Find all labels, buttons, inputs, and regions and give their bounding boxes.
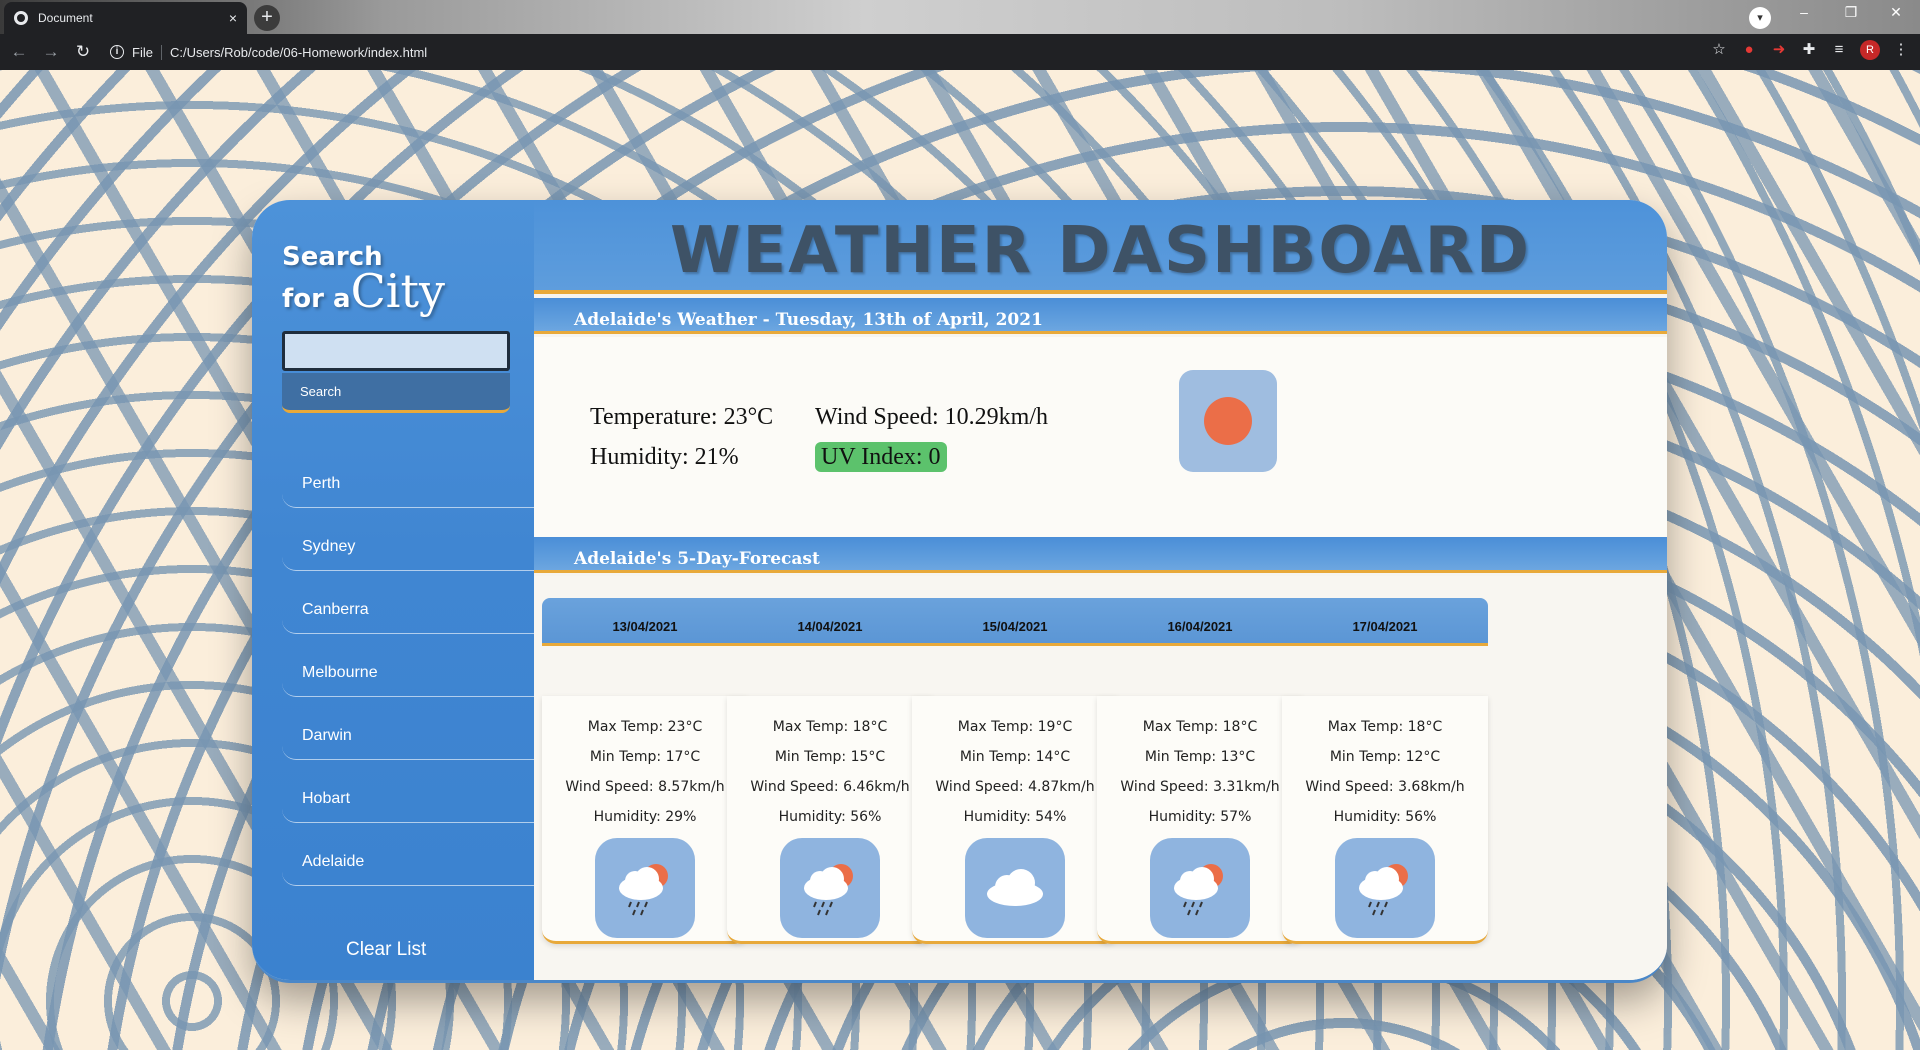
extension-adblock-icon[interactable]: ● bbox=[1740, 41, 1758, 59]
bookmark-star-icon[interactable]: ☆ bbox=[1710, 41, 1728, 59]
extensions-area: ☆ ● ➜ ✚ ≡ R ⋮ bbox=[1710, 40, 1910, 60]
rain-sun-icon bbox=[1150, 838, 1250, 938]
forecast-day: 13/04/2021 Max Temp: 23°C Min Temp: 17°C… bbox=[542, 598, 748, 944]
extension-red-arrow-icon[interactable]: ➜ bbox=[1770, 41, 1788, 59]
file-label: File bbox=[132, 44, 162, 60]
forecast-min-temp: Min Temp: 15°C bbox=[774, 749, 886, 765]
current-humidity: Humidity: 21% bbox=[590, 444, 739, 470]
window-titlebar: Document × + ▾ – ❐ ✕ bbox=[0, 0, 1920, 34]
main-panel: WEATHER DASHBOARD Adelaide's Weather - T… bbox=[534, 200, 1667, 980]
current-weather-panel: Temperature: 23°C Humidity: 21% Wind Spe… bbox=[534, 337, 1667, 537]
downloads-icon[interactable]: ▾ bbox=[1749, 7, 1771, 29]
forecast-day: 15/04/2021 Max Temp: 19°C Min Temp: 14°C… bbox=[912, 598, 1118, 944]
globe-icon bbox=[14, 11, 28, 25]
url-text[interactable]: C:/Users/Rob/code/06-Homework/index.html bbox=[170, 45, 427, 60]
clear-list-button[interactable]: Clear List bbox=[346, 939, 426, 961]
forecast-card: Max Temp: 19°C Min Temp: 14°C Wind Speed… bbox=[912, 696, 1118, 944]
uv-index-badge: UV Index: 0 bbox=[815, 442, 947, 472]
forecast-wind: Wind Speed: 8.57km/h bbox=[565, 779, 725, 795]
sidebar-title: Search for aCity bbox=[282, 240, 445, 316]
close-window-button[interactable]: ✕ bbox=[1876, 4, 1916, 21]
forecast-max-temp: Max Temp: 18°C bbox=[1142, 719, 1258, 735]
forecast-humidity: Humidity: 56% bbox=[1333, 809, 1437, 825]
forecast-humidity: Humidity: 29% bbox=[593, 809, 697, 825]
forecast-max-temp: Max Temp: 18°C bbox=[1327, 719, 1443, 735]
info-icon[interactable]: i bbox=[110, 45, 124, 59]
forecast-heading: Adelaide's 5-Day-Forecast bbox=[534, 537, 1667, 573]
forecast-min-temp: Min Temp: 14°C bbox=[959, 749, 1071, 765]
restore-button[interactable]: ❐ bbox=[1831, 4, 1871, 21]
current-wind: Wind Speed: 10.29km/h bbox=[815, 404, 1049, 430]
tab-title: Document bbox=[38, 11, 93, 25]
forecast-area: 13/04/2021 Max Temp: 23°C Min Temp: 17°C… bbox=[534, 576, 1667, 980]
tab-close-button[interactable]: × bbox=[229, 10, 237, 26]
reading-list-icon[interactable]: ≡ bbox=[1830, 41, 1848, 59]
city-item-hobart[interactable]: Hobart bbox=[282, 760, 534, 823]
city-item-sydney[interactable]: Sydney bbox=[282, 508, 534, 571]
rain-sun-icon bbox=[595, 838, 695, 938]
forecast-card: Max Temp: 18°C Min Temp: 12°C Wind Speed… bbox=[1282, 696, 1488, 944]
forecast-humidity: Humidity: 57% bbox=[1148, 809, 1252, 825]
city-history-list: Perth Sydney Canberra Melbourne Darwin H… bbox=[282, 445, 534, 886]
city-item-melbourne[interactable]: Melbourne bbox=[282, 634, 534, 697]
forecast-date: 14/04/2021 bbox=[727, 598, 933, 646]
forecast-humidity: Humidity: 54% bbox=[963, 809, 1067, 825]
profile-avatar[interactable]: R bbox=[1860, 40, 1880, 60]
address-bar: ← → ↻ i File C:/Users/Rob/code/06-Homewo… bbox=[0, 34, 1920, 70]
page-header: WEATHER DASHBOARD bbox=[534, 200, 1667, 294]
forecast-wind: Wind Speed: 6.46km/h bbox=[750, 779, 910, 795]
sidebar-title-city: City bbox=[350, 264, 445, 318]
extensions-puzzle-icon[interactable]: ✚ bbox=[1800, 41, 1818, 59]
reload-icon[interactable]: ↻ bbox=[70, 42, 96, 62]
sidebar-title-prefix: for a bbox=[282, 284, 351, 314]
forecast-card: Max Temp: 18°C Min Temp: 13°C Wind Speed… bbox=[1097, 696, 1303, 944]
forecast-date: 16/04/2021 bbox=[1097, 598, 1303, 646]
rain-sun-icon bbox=[1335, 838, 1435, 938]
city-search-input[interactable] bbox=[282, 331, 510, 371]
current-col-right: Wind Speed: 10.29km/h UV Index: 0 bbox=[815, 397, 1048, 477]
forecast-max-temp: Max Temp: 23°C bbox=[587, 719, 703, 735]
cloud-icon bbox=[965, 838, 1065, 938]
search-button[interactable]: Search bbox=[282, 373, 510, 413]
forecast-day: 14/04/2021 Max Temp: 18°C Min Temp: 15°C… bbox=[727, 598, 933, 944]
forecast-max-temp: Max Temp: 19°C bbox=[957, 719, 1073, 735]
back-icon[interactable]: ← bbox=[6, 42, 32, 62]
city-item-canberra[interactable]: Canberra bbox=[282, 571, 534, 634]
forecast-min-temp: Min Temp: 17°C bbox=[589, 749, 701, 765]
forecast-date: 15/04/2021 bbox=[912, 598, 1118, 646]
forecast-max-temp: Max Temp: 18°C bbox=[772, 719, 888, 735]
new-tab-button[interactable]: + bbox=[254, 5, 280, 31]
forecast-card: Max Temp: 18°C Min Temp: 15°C Wind Speed… bbox=[727, 696, 933, 944]
forecast-day: 16/04/2021 Max Temp: 18°C Min Temp: 13°C… bbox=[1097, 598, 1303, 944]
forecast-wind: Wind Speed: 4.87km/h bbox=[935, 779, 1095, 795]
city-item-perth[interactable]: Perth bbox=[282, 445, 534, 508]
rain-sun-icon bbox=[780, 838, 880, 938]
current-col-left: Temperature: 23°C Humidity: 21% bbox=[590, 397, 773, 477]
forward-icon[interactable]: → bbox=[38, 42, 64, 62]
forecast-card: Max Temp: 23°C Min Temp: 17°C Wind Speed… bbox=[542, 696, 748, 944]
forecast-day: 17/04/2021 Max Temp: 18°C Min Temp: 12°C… bbox=[1282, 598, 1488, 944]
forecast-date: 13/04/2021 bbox=[542, 598, 748, 646]
menu-dots-icon[interactable]: ⋮ bbox=[1892, 41, 1910, 59]
page-title: WEATHER DASHBOARD bbox=[669, 214, 1532, 288]
sidebar: Search for aCity Search Perth Sydney Can… bbox=[252, 200, 534, 980]
city-item-adelaide[interactable]: Adelaide bbox=[282, 823, 534, 886]
page-background: Search for aCity Search Perth Sydney Can… bbox=[0, 70, 1920, 1050]
sun-icon bbox=[1179, 370, 1277, 472]
forecast-min-temp: Min Temp: 12°C bbox=[1329, 749, 1441, 765]
forecast-date: 17/04/2021 bbox=[1282, 598, 1488, 646]
forecast-wind: Wind Speed: 3.31km/h bbox=[1120, 779, 1280, 795]
forecast-min-temp: Min Temp: 13°C bbox=[1144, 749, 1256, 765]
forecast-humidity: Humidity: 56% bbox=[778, 809, 882, 825]
minimize-button[interactable]: – bbox=[1784, 4, 1824, 20]
forecast-wind: Wind Speed: 3.68km/h bbox=[1305, 779, 1465, 795]
browser-tab[interactable]: Document × bbox=[4, 2, 247, 34]
weather-dashboard-card: Search for aCity Search Perth Sydney Can… bbox=[252, 200, 1667, 983]
city-item-darwin[interactable]: Darwin bbox=[282, 697, 534, 760]
current-temperature: Temperature: 23°C bbox=[590, 404, 774, 430]
current-weather-heading: Adelaide's Weather - Tuesday, 13th of Ap… bbox=[534, 298, 1667, 334]
